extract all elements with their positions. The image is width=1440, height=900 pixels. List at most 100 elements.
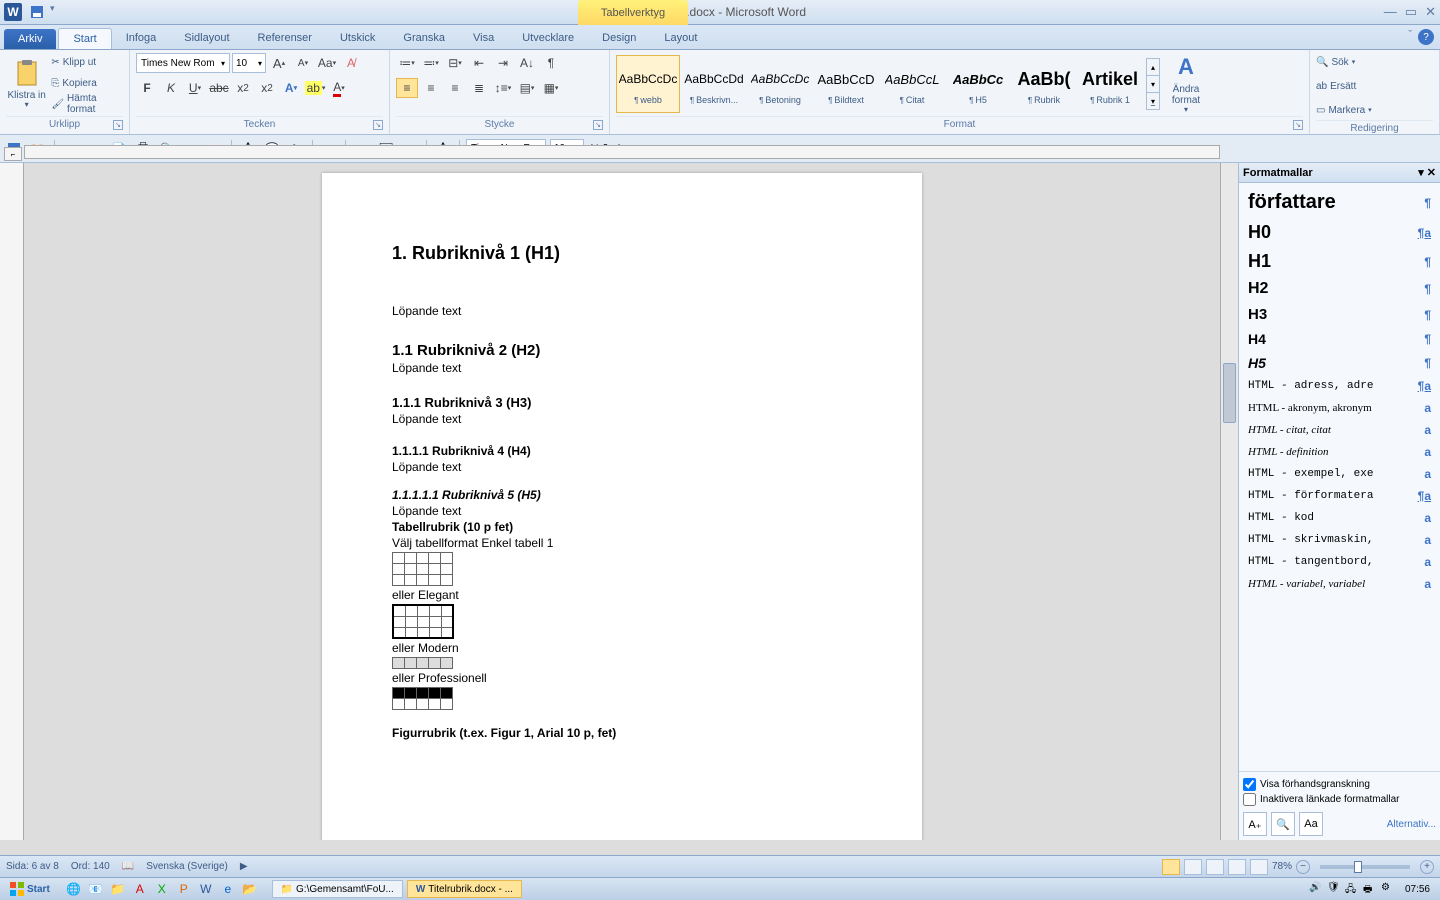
strike-button[interactable]: abc bbox=[208, 78, 230, 98]
quicklaunch-icon[interactable]: 📧 bbox=[86, 879, 106, 899]
quicklaunch-icon[interactable]: X bbox=[152, 879, 172, 899]
change-styles-button[interactable]: A Ändra format▾ bbox=[1164, 52, 1208, 116]
replace-button[interactable]: abErsätt bbox=[1316, 76, 1356, 96]
style-list-item[interactable]: HTML - adress, adre¶a bbox=[1243, 375, 1436, 397]
sample-table-modern[interactable] bbox=[392, 657, 453, 669]
body-text[interactable]: Löpande text bbox=[392, 304, 852, 318]
status-language[interactable]: Svenska (Sverige) bbox=[146, 861, 228, 872]
view-outline[interactable] bbox=[1228, 859, 1246, 875]
styles-more-button[interactable]: ▾̲ bbox=[1147, 92, 1159, 109]
tray-clock[interactable]: 07:56 bbox=[1405, 884, 1430, 895]
tab-design[interactable]: Design bbox=[588, 28, 650, 49]
body-text[interactable]: Löpande text bbox=[392, 361, 852, 375]
tab-visa[interactable]: Visa bbox=[459, 28, 508, 49]
quicklaunch-icon[interactable]: e bbox=[218, 879, 238, 899]
style-list-item[interactable]: H3¶ bbox=[1243, 302, 1436, 327]
grow-font-button[interactable]: A▴ bbox=[268, 53, 290, 73]
quicklaunch-icon[interactable]: A bbox=[130, 879, 150, 899]
style-list-item[interactable]: H0¶a bbox=[1243, 218, 1436, 247]
start-button[interactable]: Start bbox=[4, 880, 56, 898]
elegant-text[interactable]: eller Elegant bbox=[392, 588, 852, 602]
zoom-in-button[interactable]: + bbox=[1420, 860, 1434, 874]
vertical-scrollbar[interactable] bbox=[1220, 163, 1238, 840]
shading-button[interactable]: ▤▾ bbox=[516, 78, 538, 98]
quicklaunch-icon[interactable]: 📂 bbox=[240, 879, 260, 899]
document-page[interactable]: 1. Rubriknivå 1 (H1) Löpande text 1.1 Ru… bbox=[322, 173, 922, 840]
style-list-item[interactable]: H4¶ bbox=[1243, 327, 1436, 351]
font-name-combo[interactable]: Times New Rom▾ bbox=[136, 53, 230, 73]
heading-h1[interactable]: 1. Rubriknivå 1 (H1) bbox=[392, 243, 852, 264]
style-list-item[interactable]: HTML - tangentbord,a bbox=[1243, 551, 1436, 573]
font-color-button[interactable]: A▾ bbox=[328, 78, 350, 98]
show-marks-button[interactable]: ¶ bbox=[540, 53, 562, 73]
body-text[interactable]: Löpande text bbox=[392, 504, 852, 518]
tab-infoga[interactable]: Infoga bbox=[112, 28, 171, 49]
paste-button[interactable]: Klistra in▾ bbox=[6, 52, 47, 116]
ribbon-minimize-icon[interactable]: ˇ bbox=[1408, 29, 1412, 45]
styles-options-link[interactable]: Alternativ... bbox=[1387, 819, 1436, 830]
style-gallery-item[interactable]: AaBbCcDd¶ Beskrivn... bbox=[682, 55, 746, 113]
select-button[interactable]: ▭Markera▾ bbox=[1316, 100, 1372, 120]
justify-button[interactable]: ≣ bbox=[468, 78, 490, 98]
tray-icon[interactable]: 🖶 bbox=[1363, 882, 1377, 896]
style-list-item[interactable]: H1¶ bbox=[1243, 247, 1436, 276]
multilevel-button[interactable]: ⊟▾ bbox=[444, 53, 466, 73]
maximize-icon[interactable]: ▭ bbox=[1405, 4, 1417, 20]
quicklaunch-icon[interactable]: 📁 bbox=[108, 879, 128, 899]
tab-referenser[interactable]: Referenser bbox=[244, 28, 326, 49]
style-gallery-item[interactable]: AaBbCcD¶ Bildtext bbox=[814, 55, 878, 113]
style-gallery-item[interactable]: AaBb(¶ Rubrik bbox=[1012, 55, 1076, 113]
underline-button[interactable]: U▾ bbox=[184, 78, 206, 98]
style-list-item[interactable]: HTML - skrivmaskin,a bbox=[1243, 529, 1436, 551]
status-words[interactable]: Ord: 140 bbox=[71, 861, 110, 872]
numbering-button[interactable]: ≕▾ bbox=[420, 53, 442, 73]
zoom-slider-thumb[interactable] bbox=[1354, 861, 1362, 873]
sample-table-professional[interactable] bbox=[392, 687, 453, 710]
find-button[interactable]: 🔍Sök▾ bbox=[1316, 52, 1355, 72]
italic-button[interactable]: K bbox=[160, 78, 182, 98]
view-print-layout[interactable] bbox=[1162, 859, 1180, 875]
style-list-item[interactable]: HTML - exempel, exea bbox=[1243, 463, 1436, 485]
sort-button[interactable]: A↓ bbox=[516, 53, 538, 73]
font-size-combo[interactable]: 10▾ bbox=[232, 53, 266, 73]
copy-button[interactable]: ⎘Kopiera bbox=[51, 73, 123, 93]
tab-granska[interactable]: Granska bbox=[389, 28, 459, 49]
body-text[interactable]: Löpande text bbox=[392, 412, 852, 426]
preview-checkbox[interactable]: Visa förhandsgranskning bbox=[1243, 778, 1436, 791]
tab-sidlayout[interactable]: Sidlayout bbox=[170, 28, 243, 49]
style-gallery-item[interactable]: Artikel¶ Rubrik 1 bbox=[1078, 55, 1142, 113]
heading-h4[interactable]: 1.1.1.1 Rubriknivå 4 (H4) bbox=[392, 444, 852, 458]
zoom-out-button[interactable]: − bbox=[1296, 860, 1310, 874]
new-style-button[interactable]: A₊ bbox=[1243, 812, 1267, 836]
heading-h2[interactable]: 1.1 Rubriknivå 2 (H2) bbox=[392, 342, 852, 359]
change-case-button[interactable]: Aa▾ bbox=[316, 53, 338, 73]
styles-pane-close[interactable]: ✕ bbox=[1427, 167, 1436, 179]
help-icon[interactable]: ? bbox=[1418, 29, 1434, 45]
tray-icon[interactable]: 🔊 bbox=[1309, 882, 1323, 896]
clear-formatting-button[interactable]: A̸ bbox=[340, 53, 362, 73]
tab-utskick[interactable]: Utskick bbox=[326, 28, 389, 49]
style-list-item[interactable]: HTML - förformatera¶a bbox=[1243, 485, 1436, 507]
taskbar-item[interactable]: 📁 G:\Gemensamt\FoU... bbox=[272, 880, 403, 898]
view-draft[interactable] bbox=[1250, 859, 1268, 875]
style-inspector-button[interactable]: 🔍 bbox=[1271, 812, 1295, 836]
style-list-item[interactable]: HTML - variabel, variabela bbox=[1243, 573, 1436, 595]
taskbar-item[interactable]: W Titelrubrik.docx - ... bbox=[407, 880, 522, 898]
heading-h3[interactable]: 1.1.1 Rubriknivå 3 (H3) bbox=[392, 395, 852, 410]
align-center-button[interactable]: ≡ bbox=[420, 78, 442, 98]
status-macro-icon[interactable]: ▶ bbox=[240, 861, 248, 872]
close-icon[interactable]: ✕ bbox=[1425, 4, 1436, 20]
table-caption[interactable]: Tabellrubrik (10 p fet) bbox=[392, 520, 852, 534]
clipboard-launcher[interactable]: ↘ bbox=[113, 120, 123, 130]
quicklaunch-icon[interactable]: 🌐 bbox=[64, 879, 84, 899]
style-gallery-item[interactable]: AaBbCcDc¶ webb bbox=[616, 55, 680, 113]
style-gallery-item[interactable]: AaBbCc¶ H5 bbox=[946, 55, 1010, 113]
style-list-item[interactable]: H2¶ bbox=[1243, 276, 1436, 302]
zoom-level[interactable]: 78% bbox=[1272, 861, 1292, 872]
tray-icon[interactable]: 🛡 bbox=[1327, 882, 1341, 896]
view-web[interactable] bbox=[1206, 859, 1224, 875]
paragraph-launcher[interactable]: ↘ bbox=[593, 120, 603, 130]
style-gallery-item[interactable]: AaBbCcL¶ Citat bbox=[880, 55, 944, 113]
body-text[interactable]: Löpande text bbox=[392, 460, 852, 474]
borders-button[interactable]: ▦▾ bbox=[540, 78, 562, 98]
